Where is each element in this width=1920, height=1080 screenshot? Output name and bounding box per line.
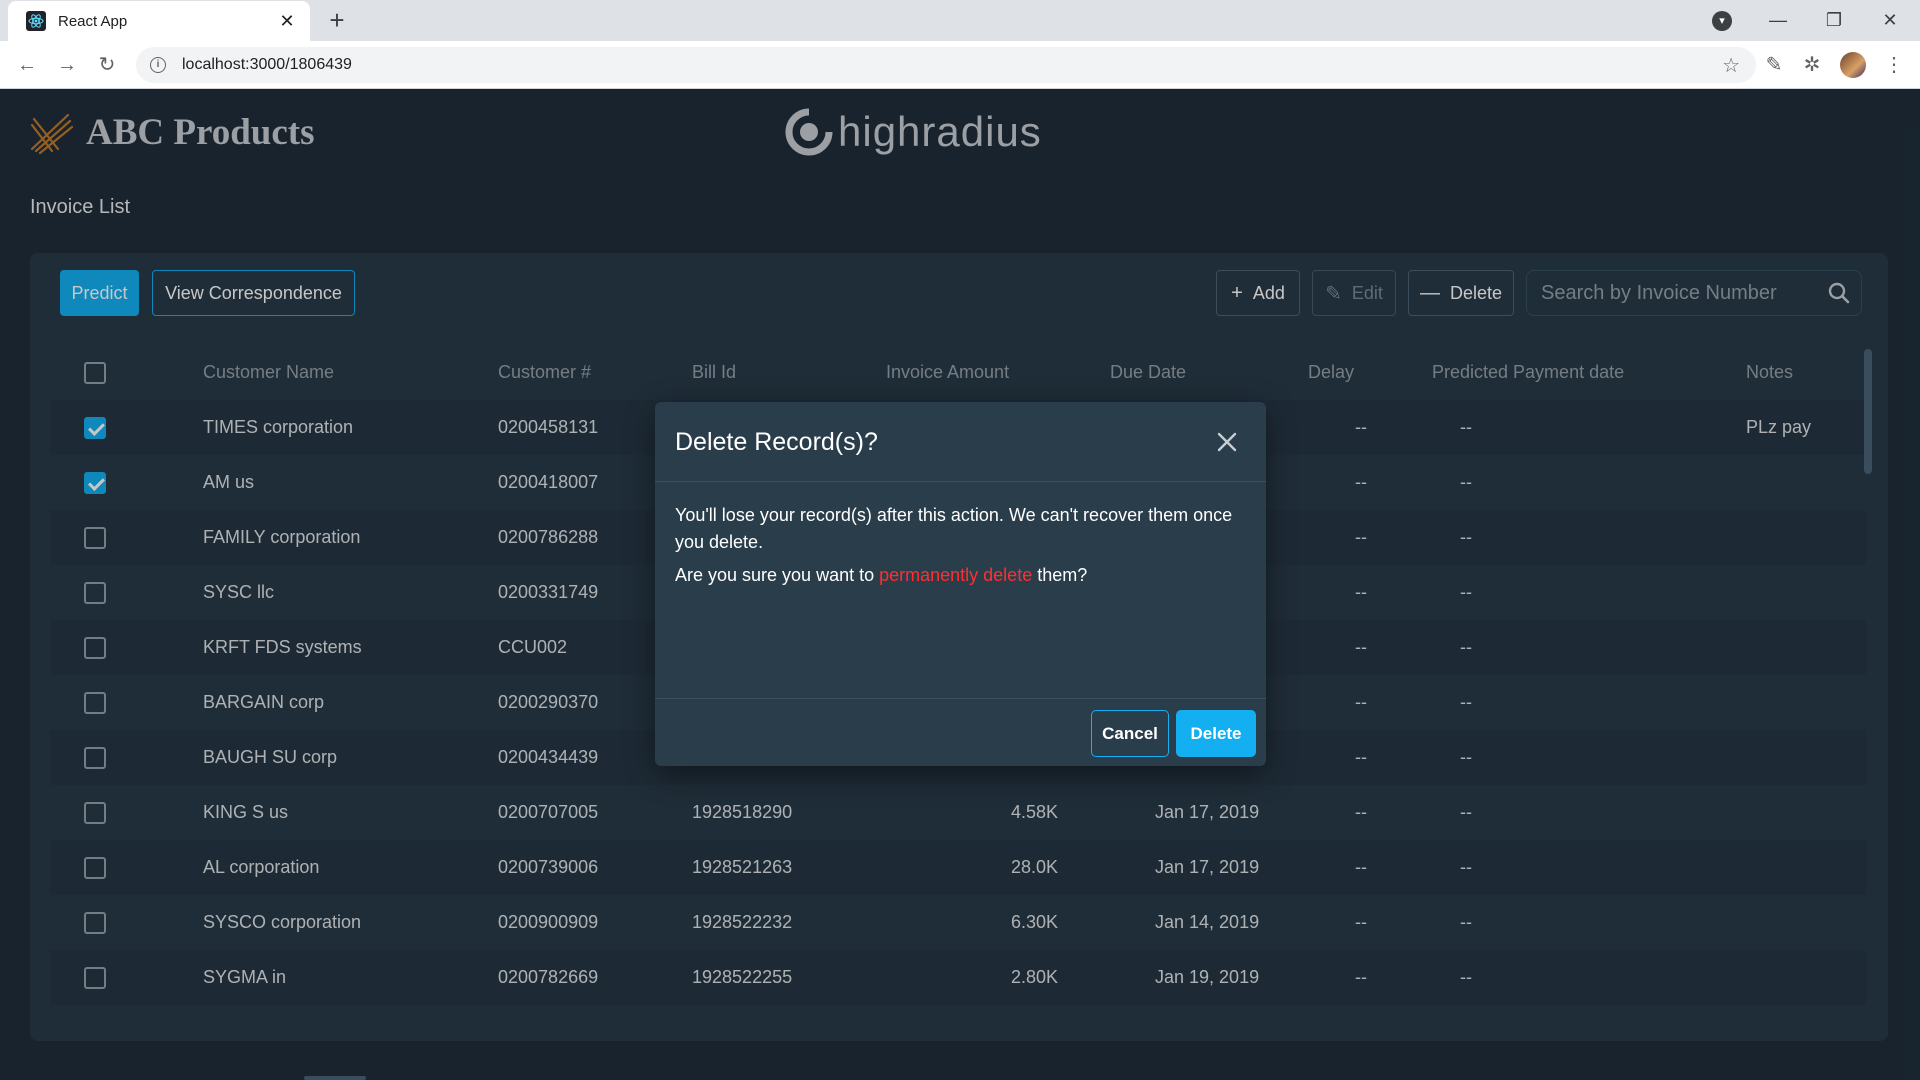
- profile-avatar[interactable]: [1840, 52, 1866, 78]
- question-prefix: Are you sure you want to: [675, 565, 880, 585]
- confirm-delete-button[interactable]: Delete: [1176, 710, 1256, 757]
- tab-close-icon[interactable]: ✕: [276, 11, 298, 32]
- browser-menu-icon[interactable]: ⋮: [1880, 51, 1908, 79]
- minimize-icon[interactable]: —: [1760, 4, 1796, 36]
- url-text: localhost:3000/1806439: [182, 56, 352, 73]
- question-emphasis: permanently delete: [879, 565, 1033, 585]
- site-info-icon[interactable]: i: [150, 57, 166, 73]
- forward-icon[interactable]: →: [52, 50, 82, 80]
- tab-search-icon[interactable]: ▾: [1712, 11, 1732, 31]
- dialog-header: Delete Record(s)?: [655, 402, 1266, 482]
- extension-icon[interactable]: ✎: [1760, 51, 1788, 79]
- browser-tab-bar: React App ✕ + ▾ — ❐ ✕: [0, 0, 1920, 41]
- tab-title: React App: [58, 12, 128, 30]
- browser-toolbar: ← → ↻ i localhost:3000/1806439 ☆ ✎ ✲ ⋮: [0, 41, 1920, 89]
- question-suffix: them?: [1032, 565, 1088, 585]
- dialog-question: Are you sure you want to permanently del…: [675, 562, 1246, 589]
- browser-tab[interactable]: React App ✕: [8, 1, 310, 41]
- delete-confirm-dialog: Delete Record(s)? You'll lose your recor…: [655, 402, 1266, 766]
- new-tab-icon[interactable]: +: [322, 6, 352, 36]
- window-close-icon[interactable]: ✕: [1872, 4, 1908, 36]
- dialog-title: Delete Record(s)?: [675, 428, 878, 456]
- close-icon[interactable]: [1211, 426, 1243, 458]
- restore-icon[interactable]: ❐: [1816, 4, 1852, 36]
- cancel-button[interactable]: Cancel: [1091, 710, 1169, 757]
- react-favicon-icon: [26, 11, 46, 31]
- address-bar[interactable]: i localhost:3000/1806439 ☆: [136, 47, 1756, 83]
- dialog-message: You'll lose your record(s) after this ac…: [675, 505, 1233, 552]
- back-icon[interactable]: ←: [12, 50, 42, 80]
- bookmark-star-icon[interactable]: ☆: [1722, 53, 1740, 78]
- reload-icon[interactable]: ↻: [92, 50, 122, 80]
- extensions-puzzle-icon[interactable]: ✲: [1798, 51, 1826, 79]
- dialog-footer: Cancel Delete: [655, 698, 1266, 766]
- dialog-body: You'll lose your record(s) after this ac…: [675, 502, 1246, 595]
